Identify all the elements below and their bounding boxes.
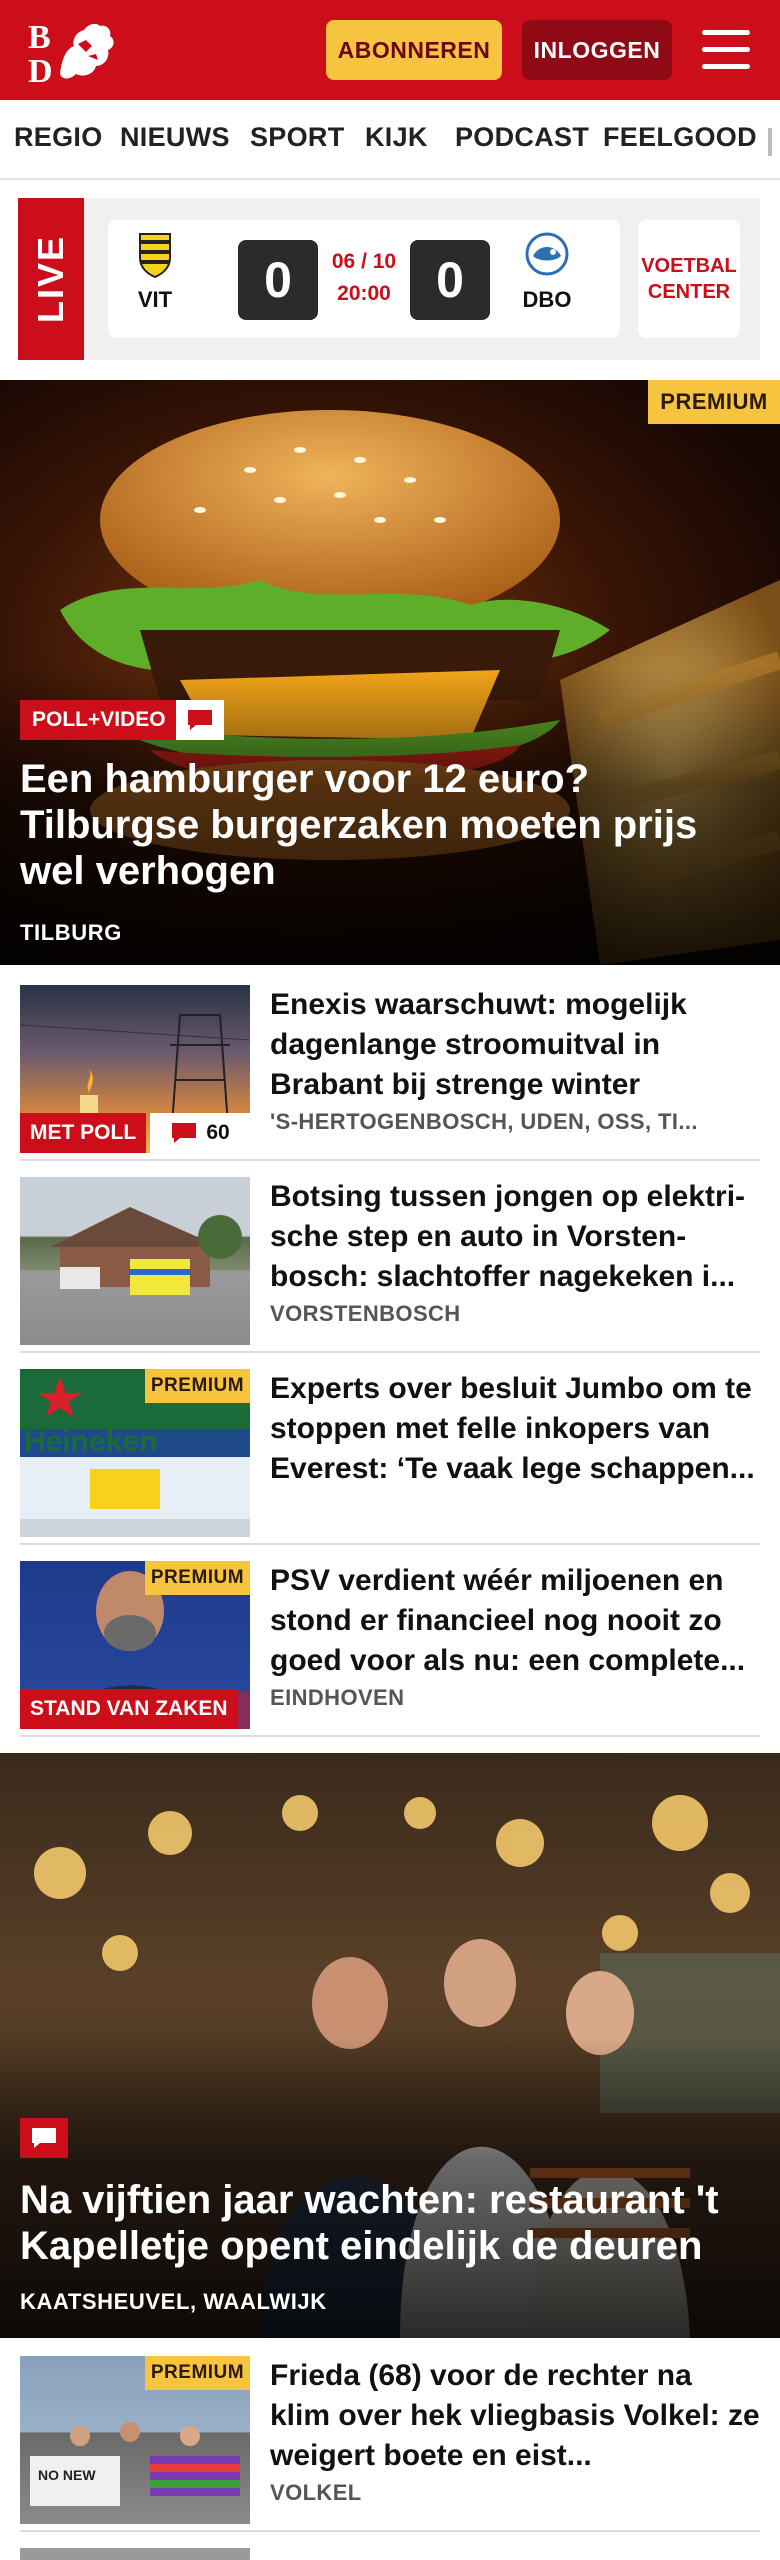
article-frieda[interactable]: NO NEW PREMIUM Frieda (68) voor de recht… (20, 2356, 760, 2532)
article-headline[interactable]: Frieda (68) voor de rechter na klim over… (270, 2356, 760, 2476)
article-headline[interactable]: PSV verdient wéér miljoenen en stond er … (270, 1561, 760, 1681)
nav-overflow-indicator (768, 128, 772, 156)
svg-text:B: B (28, 19, 51, 56)
hero-headline[interactable]: Een hamburger voor 12 euro? Tilburgse bu… (20, 756, 760, 894)
article-enexis[interactable]: MET POLL 60 Enexis waarschuwt: mogelijk … (20, 985, 760, 1161)
home-team: VIT (120, 232, 190, 313)
premium-badge: PREMIUM (145, 1561, 250, 1595)
article-location: 'S-HERTOGENBOSCH, UDEN, OSS, TI... (270, 1109, 698, 1134)
voetbal-center-link[interactable]: VOETBAL CENTER (638, 220, 740, 338)
article-location: VORSTENBOSCH (270, 1301, 461, 1326)
comment-icon (20, 2118, 68, 2158)
away-team: DBO (512, 232, 582, 313)
svg-text:D: D (28, 53, 53, 86)
hero-location: TILBURG (20, 920, 122, 945)
svg-text:NO NEW: NO NEW (38, 2467, 96, 2483)
premium-badge: PREMIUM (145, 1369, 250, 1403)
login-button[interactable]: INLOGGEN (522, 20, 672, 80)
article-jumbo[interactable]: Heineken PREMIUM Experts over besluit Ju… (20, 1369, 760, 1545)
poll-video-label: POLL+VIDEO (20, 700, 178, 740)
match-time: 20:00 (337, 282, 391, 305)
article-botsing[interactable]: Botsing tussen jongen op elektri-sche st… (20, 1177, 760, 1353)
section-nav: REGIO NIEUWS SPORT KIJK PODCAST FEELGOOD (0, 100, 780, 180)
comment-icon (172, 1123, 197, 1143)
match-card[interactable]: VIT 0 06 / 10 20:00 0 DBO (108, 220, 620, 338)
svg-text:Heineken: Heineken (24, 1425, 157, 1458)
home-score: 0 (238, 240, 318, 320)
nav-item-sport[interactable]: SPORT (250, 122, 345, 153)
hamburger-menu-icon[interactable] (700, 24, 754, 76)
vitesse-crest-icon (139, 233, 171, 279)
article-headline[interactable]: Enexis waarschuwt: mogelijk dagenlange s… (270, 985, 760, 1105)
article-location: EINDHOVEN (270, 1685, 405, 1710)
hero-location: KAATSHEUVEL, WAALWIJK (20, 2289, 327, 2314)
live-tab[interactable]: LIVE (18, 198, 84, 360)
match-date: 06 / 10 (331, 250, 397, 273)
den-bosch-crest-icon (525, 232, 569, 276)
comment-count-box: 60 (150, 1113, 250, 1153)
nav-item-podcast[interactable]: PODCAST (455, 122, 589, 153)
hero-headline[interactable]: Na vijftien jaar wachten: restaurant 't … (20, 2177, 760, 2269)
premium-badge: PREMIUM (145, 2356, 250, 2390)
next-article-thumbnail (20, 2548, 250, 2560)
live-score-widget: LIVE VIT 0 06 / 10 20:00 0 DBO VOETBAL C… (18, 198, 760, 360)
article-headline[interactable]: Experts over besluit Jumbo om te stoppen… (270, 1369, 760, 1489)
article-psv[interactable]: PREMIUM STAND VAN ZAKEN PSV verdient wéé… (20, 1561, 760, 1737)
subscribe-button[interactable]: ABONNEREN (326, 20, 502, 80)
top-header: B D ABONNEREN INLOGGEN (0, 0, 780, 100)
home-team-code: VIT (137, 287, 173, 312)
comment-count: 60 (206, 1121, 230, 1144)
away-team-code: DBO (522, 287, 572, 312)
hero-article-kapelletje[interactable]: Na vijftien jaar wachten: restaurant 't … (0, 1753, 780, 2338)
nav-item-kijk[interactable]: KIJK (365, 122, 428, 153)
article-location: VOLKEL (270, 2480, 362, 2505)
bd-logo[interactable]: B D (26, 16, 118, 86)
met-poll-label: MET POLL (20, 1113, 147, 1153)
live-label: LIVE (30, 234, 71, 324)
hero-article-hamburger[interactable]: PREMIUM POLL+VIDEO Een hamburger voor 12… (0, 380, 780, 965)
comment-icon (176, 700, 224, 740)
nav-item-nieuws[interactable]: NIEUWS (120, 122, 230, 153)
match-datetime: 06 / 10 20:00 (326, 246, 402, 310)
premium-badge: PREMIUM (648, 380, 780, 424)
nav-item-regio[interactable]: REGIO (14, 122, 103, 153)
away-score: 0 (410, 240, 490, 320)
stand-van-zaken-label: STAND VAN ZAKEN (20, 1689, 238, 1729)
article-headline[interactable]: Botsing tussen jongen op elektri-sche st… (270, 1177, 760, 1297)
article-thumbnail (20, 1177, 250, 1345)
nav-item-feelgood[interactable]: FEELGOOD (603, 122, 757, 153)
